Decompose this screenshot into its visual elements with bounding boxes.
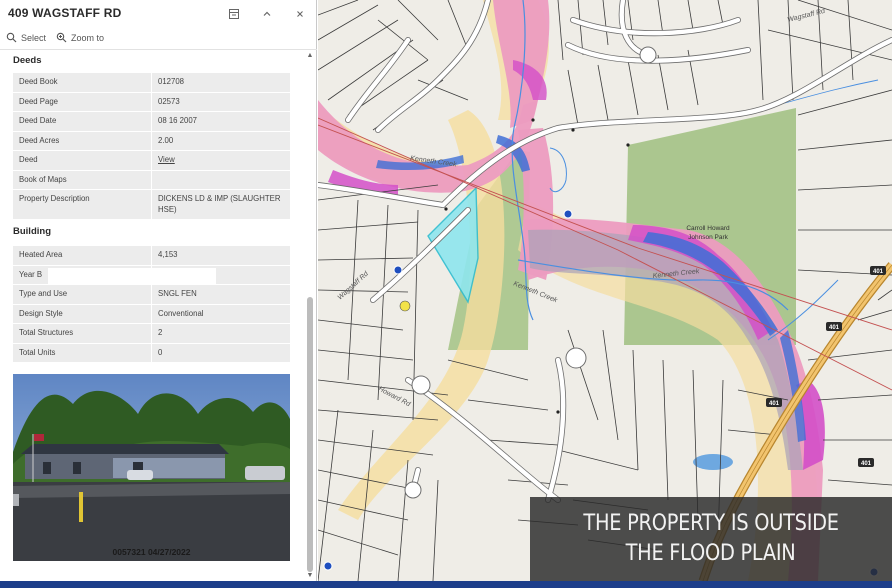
row-label: Deed Book — [13, 73, 152, 92]
zoom-in-icon — [56, 32, 67, 43]
route-shield-401: 401 — [829, 325, 840, 331]
row-value: SNGL FEN — [152, 285, 290, 304]
redaction-box — [48, 268, 216, 284]
table-row: Heated Area 4,153 — [13, 246, 290, 266]
table-row: Book of Maps — [13, 170, 290, 191]
row-label: Book of Maps — [13, 170, 152, 190]
row-value: Conventional — [152, 304, 290, 324]
row-value: 0 — [152, 343, 290, 363]
table-row: Property Description DICKENS LD & IMP (SL… — [13, 190, 290, 221]
table-row: Deed Page 02573 — [13, 92, 290, 113]
view-deed-link[interactable]: View — [158, 155, 175, 164]
deeds-table: Deed Book 012708 Deed Page 02573 Deed Date… — [13, 73, 290, 221]
table-row: Deed Acres 2.00 — [13, 131, 290, 152]
panel-toolbar: Select Zoom to — [0, 28, 317, 50]
row-label: Deed Date — [13, 112, 152, 131]
row-value: 012708 — [152, 73, 290, 92]
map-canvas[interactable]: 401 401 401 401 Wagstaff Rd Wagstaff Rd … — [318, 0, 892, 581]
park-label: Carroll Howard — [686, 225, 730, 232]
scroll-thumb[interactable] — [307, 297, 313, 572]
row-label: Type and Use — [13, 285, 152, 304]
row-label: Property Description — [13, 190, 152, 220]
property-panel: 409 WAGSTAFF RD Select Zoom to Deeds Dee… — [0, 0, 317, 588]
row-value: 4,153 — [152, 246, 290, 265]
zoom-to-button[interactable]: Zoom to — [56, 32, 104, 43]
flood-plain-banner: THE PROPERTY IS OUTSIDE THE FLOOD PLAIN — [530, 497, 892, 581]
park-label: Johnson Park — [688, 234, 728, 241]
banner-line-2: THE FLOOD PLAIN — [626, 541, 796, 566]
scroll-up-icon[interactable]: ▲ — [306, 52, 314, 60]
row-value: DICKENS LD & IMP (SLAUGHTER HSE) — [152, 190, 290, 220]
close-icon[interactable] — [292, 6, 308, 22]
zoom-to-label: Zoom to — [71, 32, 105, 43]
table-row: Design Style Conventional — [13, 304, 290, 325]
banner-line-1: THE PROPERTY IS OUTSIDE — [583, 511, 839, 536]
panel-title: 409 WAGSTAFF RD — [8, 6, 122, 20]
row-label: Deed Page — [13, 92, 152, 112]
select-label: Select — [21, 32, 47, 43]
road-label-wagstaff: Wagstaff Rd — [787, 8, 827, 24]
search-icon — [6, 32, 17, 43]
route-shield-401: 401 — [873, 269, 884, 275]
table-row: Deed View — [13, 151, 290, 171]
table-row: Type and Use SNGL FEN — [13, 285, 290, 305]
select-button[interactable]: Select — [6, 32, 46, 43]
row-value: 2 — [152, 324, 290, 343]
photo-caption: 0057321 04/27/2022 — [112, 547, 191, 557]
app-root: 409 WAGSTAFF RD Select Zoom to Deeds Dee… — [0, 0, 892, 588]
building-table: Heated Area 4,153 Year B Type and Use SNGL… — [13, 246, 290, 364]
row-value — [152, 170, 290, 190]
row-label: Total Units — [13, 343, 152, 363]
table-row: Total Units 0 — [13, 343, 290, 364]
deeds-section-title: Deeds — [13, 55, 42, 66]
table-row: Deed Date 08 16 2007 — [13, 112, 290, 132]
row-value: 02573 — [152, 92, 290, 112]
row-value: View — [152, 151, 290, 170]
property-photo[interactable]: 0057321 04/27/2022 — [13, 374, 290, 561]
table-row: Total Structures 2 — [13, 324, 290, 344]
row-label: Deed Acres — [13, 131, 152, 151]
row-label: Heated Area — [13, 246, 152, 265]
map-view[interactable]: 401 401 401 401 Wagstaff Rd Wagstaff Rd … — [318, 0, 892, 581]
row-value: 2.00 — [152, 131, 290, 151]
taskbar-strip — [0, 581, 892, 588]
row-label: Total Structures — [13, 324, 152, 343]
table-row: Deed Book 012708 — [13, 73, 290, 93]
scroll-down-icon[interactable]: ▼ — [306, 572, 314, 580]
panel-scrollbar[interactable]: ▲ ▼ — [305, 51, 315, 581]
row-value: 08 16 2007 — [152, 112, 290, 131]
route-shield-401: 401 — [769, 401, 780, 407]
panel-scroll-area[interactable]: Deeds Deed Book 012708 Deed Page 02573 Dee… — [0, 51, 304, 581]
collapse-chevron-icon[interactable] — [259, 6, 275, 22]
row-label: Design Style — [13, 304, 152, 324]
row-label: Deed — [13, 151, 152, 170]
building-section-title: Building — [13, 226, 51, 237]
dock-icon[interactable] — [226, 6, 242, 22]
route-shield-401: 401 — [861, 461, 872, 467]
panel-header: 409 WAGSTAFF RD — [0, 0, 317, 28]
